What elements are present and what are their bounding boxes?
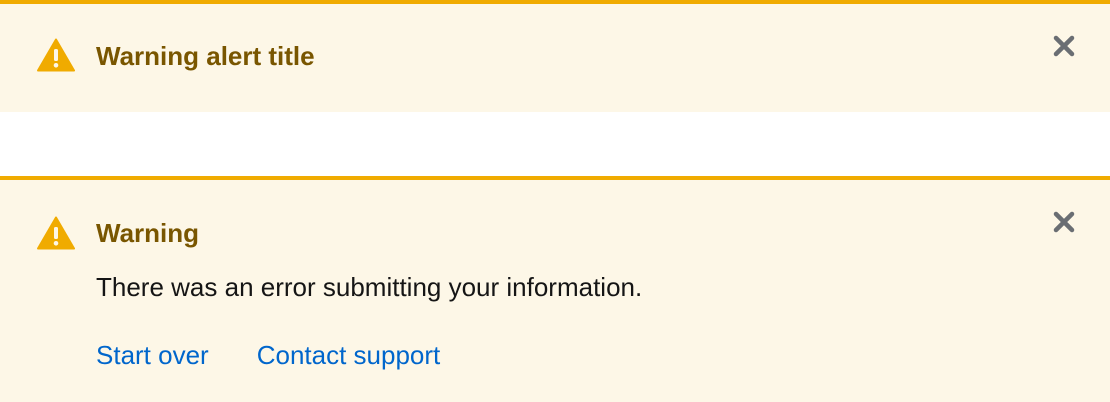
- alert-title: Warning: [96, 218, 200, 248]
- close-icon[interactable]: [1052, 210, 1076, 234]
- close-icon[interactable]: [1052, 34, 1076, 58]
- warning-alert-inline: Warning alert title: [0, 0, 1110, 112]
- alert-description: There was an error submitting your infor…: [96, 272, 643, 302]
- start-over-link[interactable]: Start over: [96, 339, 209, 371]
- alert-action-group: Start over Contact support: [96, 339, 440, 371]
- warning-triangle-icon: [37, 38, 75, 72]
- contact-support-link[interactable]: Contact support: [257, 339, 441, 371]
- warning-alert-with-description: Warning There was an error submitting yo…: [0, 176, 1110, 402]
- warning-triangle-icon: [37, 216, 75, 250]
- alert-title: Warning alert title: [96, 41, 315, 71]
